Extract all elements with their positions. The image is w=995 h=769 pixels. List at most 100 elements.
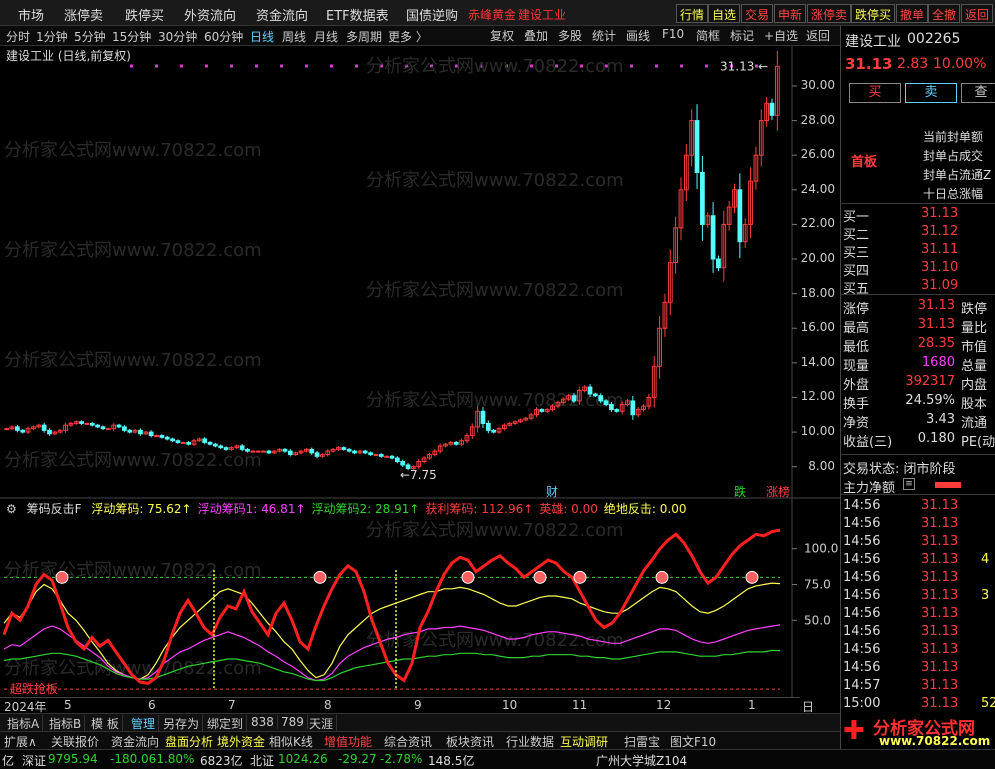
date-label: 1 [748,698,756,712]
switch-cancel-all[interactable]: 全撤 [928,4,961,23]
buy-button[interactable]: 买 [849,83,901,103]
menu-capital-flow[interactable]: 资金流向 [256,5,308,24]
function-8[interactable]: 板块资讯 [446,733,494,750]
bid-level-label: 买三 [843,246,870,261]
signal-badge [313,570,327,584]
stat-label-2: 市值 [961,340,988,355]
stat-label-2: 跌停 [961,302,988,317]
chart-canvas: 分析家公式网www.70822.com 分析家公式网www.70822.com 分析… [0,46,840,697]
function-7[interactable]: 综合资讯 [384,733,432,750]
tick-price: 31.13 [921,498,959,513]
menu-limit-up-sell[interactable]: 涨停卖 [64,5,103,24]
indicator-name[interactable]: 筹码反击F [27,502,82,516]
bid-price: 31.11 [921,242,959,257]
function-12[interactable]: 图文F10 [670,733,716,750]
switch-ipo[interactable]: 申新 [774,4,807,23]
switch-limit-up-sell[interactable]: 涨停卖 [807,4,852,23]
stat-label-2: 内盘 [961,378,988,393]
period-1min[interactable]: 1分钟 [36,28,68,45]
stat-label: 收益(三) [843,435,893,450]
tab-template[interactable]: 模 板 [88,715,123,732]
switch-back[interactable]: 返回 [961,4,994,23]
period-tick[interactable]: 分时 [6,28,30,45]
menu-icon[interactable]: ≡ [903,478,915,490]
candle [170,438,175,442]
bid-price: 31.10 [921,260,959,275]
period-5min[interactable]: 5分钟 [74,28,106,45]
date-label: 5 [64,698,72,712]
indicator-axis-label: 75.0 [804,578,831,592]
candle [4,428,10,431]
period-more[interactable]: 更多 〉 [388,28,428,45]
menu-pinned-stock-1[interactable]: 赤峰黄金 [468,6,516,23]
menu-foreign-flow[interactable]: 外资流向 [184,5,236,24]
menu-pinned-stock-2[interactable]: 建设工业 [518,6,566,23]
function-0[interactable]: 扩展∧ [4,733,37,750]
switch-quote[interactable]: 行情 [676,4,709,23]
tab-tianya[interactable]: 天涯 [306,715,338,732]
candle [341,447,347,450]
indicator-value: 绝地反击: 0.00 [603,502,687,516]
bz-index-name[interactable]: 北证 [250,752,274,769]
tool-stats[interactable]: 统计 [590,27,618,44]
switch-watchlist[interactable]: 自选 [708,4,741,23]
period-60min[interactable]: 60分钟 [204,28,243,45]
stat-value: 1680 [921,355,955,370]
tab-789[interactable]: 789 [278,715,308,729]
candle [138,429,143,435]
tick-time: 14:56 [843,660,881,675]
tool-mark[interactable]: 标记 [728,27,756,44]
period-weekly[interactable]: 周线 [282,28,306,45]
tab-bind[interactable]: 绑定到 [204,715,248,732]
candle [694,120,700,173]
tool-overlay[interactable]: 叠加 [522,27,550,44]
tab-indicator-b[interactable]: 指标B [46,715,86,732]
candle [282,448,288,452]
tab-838[interactable]: 838 [248,715,278,729]
candle [95,424,101,428]
candle [453,441,459,445]
switch-limit-down-buy[interactable]: 跌停买 [851,4,896,23]
indicator-gear-icon[interactable]: ⚙ [0,502,17,516]
bid-price: 31.09 [921,278,959,293]
function-11[interactable]: 扫雷宝 [624,733,660,750]
date-label: 11 [572,698,588,712]
function-5[interactable]: 相似K线 [269,733,313,750]
menu-limit-down-buy[interactable]: 跌停买 [125,5,164,24]
sz-index-name[interactable]: 深证 [22,752,46,769]
tool-draw[interactable]: 画线 [624,27,652,44]
menu-reverse-repo[interactable]: 国债逆购 [406,5,458,24]
tab-save-as[interactable]: 另存为 [160,715,204,732]
function-6[interactable]: 增值功能 [324,733,372,750]
tick-price: 31.13 [921,678,959,693]
function-3[interactable]: 盘面分析 [165,733,213,750]
switch-trade[interactable]: 交易 [741,4,774,23]
period-30min[interactable]: 30分钟 [158,28,197,45]
period-daily[interactable]: 日线 [250,28,274,45]
period-monthly[interactable]: 月线 [314,28,338,45]
tab-manage[interactable]: 管理 [128,715,160,732]
stat-label-2: 股本 [961,397,988,412]
tool-add-watch[interactable]: +自选 [762,27,800,44]
date-label: 9 [414,698,422,712]
tool-frame[interactable]: 简框 [694,27,722,44]
tool-multi-stock[interactable]: 多股 [556,27,584,44]
stat-value: 392317 [905,374,955,389]
switch-cancel-order[interactable]: 撤单 [896,4,929,23]
stock-code: 002265 [907,31,961,47]
function-4[interactable]: 境外资金 [217,733,265,750]
tool-back[interactable]: 返回 [804,27,832,44]
tool-adjust[interactable]: 复权 [488,27,516,44]
menu-market[interactable]: 市场 [18,5,44,24]
function-9[interactable]: 行业数据 [506,733,554,750]
menu-etf-table[interactable]: ETF数据表 [326,5,389,24]
period-multi[interactable]: 多周期 [346,28,382,45]
function-2[interactable]: 资金流向 [111,733,159,750]
function-10[interactable]: 互动调研 [560,733,608,750]
function-1[interactable]: 关联报价 [51,733,99,750]
cancel-button[interactable]: 查 [961,83,995,103]
tool-f10[interactable]: F10 [660,27,686,41]
tab-indicator-a[interactable]: 指标A [4,715,44,732]
sell-button[interactable]: 卖 [905,83,957,103]
period-15min[interactable]: 15分钟 [112,28,151,45]
